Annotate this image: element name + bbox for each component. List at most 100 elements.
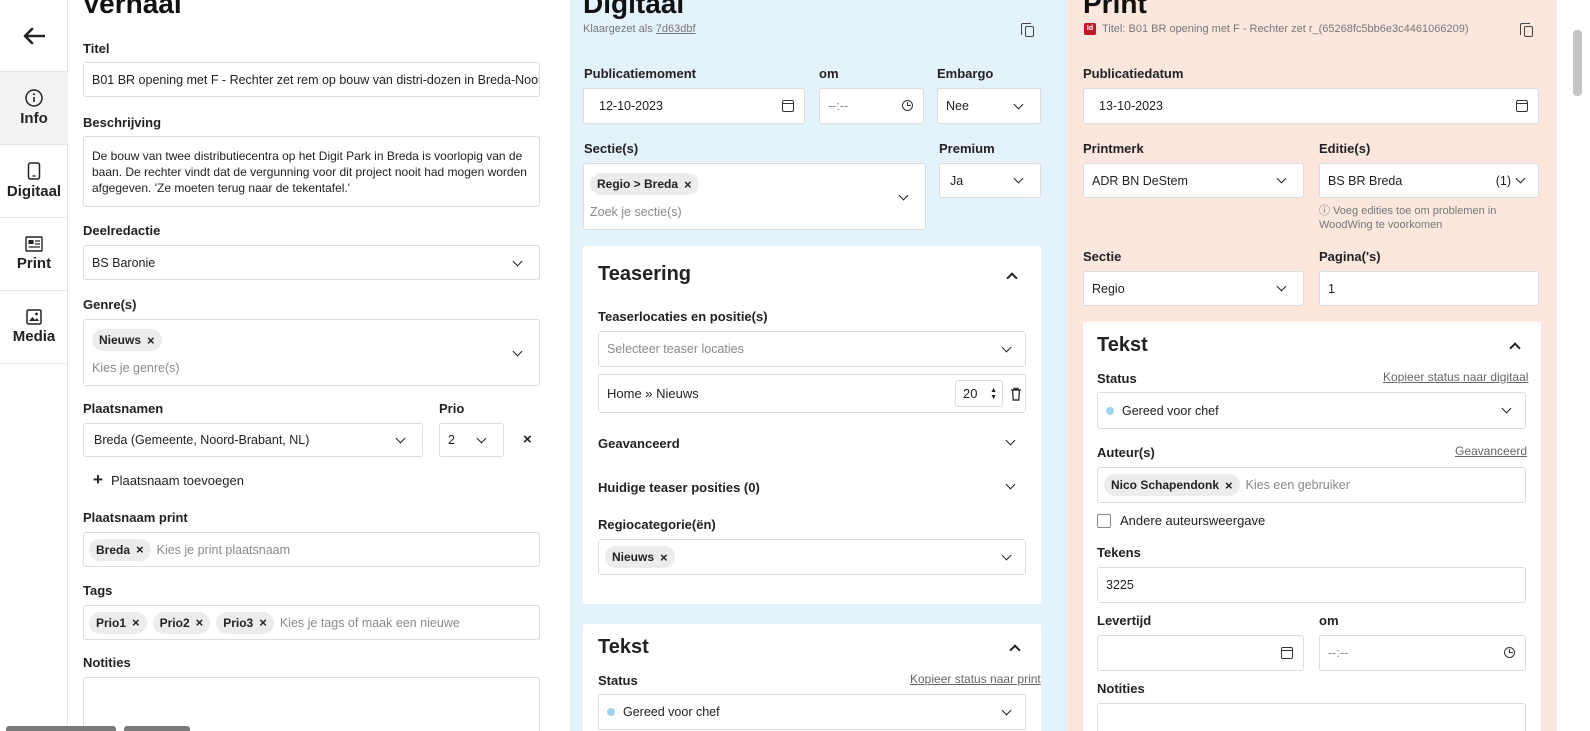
edities-select[interactable]: BS BR Breda (1) xyxy=(1319,163,1539,198)
remove-chip-icon[interactable]: × xyxy=(1225,478,1233,493)
geavanceerd-toggle[interactable]: Geavanceerd xyxy=(598,436,680,451)
auteur-chip[interactable]: Nico Schapendonk × xyxy=(1104,474,1240,496)
chevron-down-icon xyxy=(395,433,406,444)
teaserlocaties-select[interactable]: Selecteer teaser locaties xyxy=(598,331,1026,367)
scrollbar-thumb[interactable] xyxy=(1573,30,1582,96)
teaser-position-stepper[interactable]: 20 ▲ ▼ xyxy=(955,380,1003,407)
andere-auteursweergave-checkbox[interactable]: Andere auteursweergave xyxy=(1097,513,1265,528)
tag-chip[interactable]: Prio3 × xyxy=(216,611,274,634)
chevron-down-icon xyxy=(1515,173,1526,184)
copy-icon[interactable] xyxy=(1021,23,1034,37)
publicatiemoment-date-input[interactable]: 12-10-2023 xyxy=(583,88,805,124)
print-sectie-select[interactable]: Regio xyxy=(1083,271,1304,306)
klaargezet-link[interactable]: 7d63dbf xyxy=(656,23,696,35)
sectie-chip[interactable]: Regio > Breda × xyxy=(590,173,699,195)
calendar-icon[interactable] xyxy=(782,100,794,112)
tags-input[interactable]: Prio1 × Prio2 × Prio3 × Kies je tags of maa… xyxy=(83,605,540,640)
chevron-down-icon[interactable] xyxy=(1005,435,1016,446)
om-time-input[interactable]: --:-- xyxy=(819,88,924,124)
print-status-select[interactable]: Gereed voor chef xyxy=(1097,392,1526,429)
chevron-up-icon[interactable] xyxy=(1006,272,1018,284)
teaser-location-row: Home » Nieuws 20 ▲ ▼ xyxy=(598,374,1026,413)
trash-icon[interactable] xyxy=(1010,387,1022,401)
status-dot xyxy=(607,708,615,716)
sectie-label: Sectie xyxy=(1083,249,1122,264)
kopieer-status-link[interactable]: Kopieer status naar digitaal xyxy=(1383,370,1528,384)
chip-label: Prio2 xyxy=(159,615,190,630)
beschrijving-textarea[interactable]: De bouw van twee distributiecentra op he… xyxy=(83,136,540,207)
stepper-arrows-icon[interactable]: ▲ ▼ xyxy=(990,387,997,401)
plaatsnaam-print-input[interactable]: Breda × Kies je print plaatsnaam xyxy=(83,532,540,567)
print-sectie-value: Regio xyxy=(1092,281,1125,296)
taskbar-tab[interactable] xyxy=(124,726,190,731)
side-navigation: Info Digitaal Print Media xyxy=(0,0,68,731)
clock-icon[interactable] xyxy=(902,100,913,111)
deelredactie-select[interactable]: BS Baronie xyxy=(83,245,540,280)
remove-chip-icon[interactable]: × xyxy=(196,615,204,630)
secties-multiselect[interactable]: Regio > Breda × Zoek je sectie(s) xyxy=(583,163,926,230)
regiocategorie-multiselect[interactable]: Nieuws × xyxy=(598,539,1026,575)
plaatsnaam-print-chip[interactable]: Breda × xyxy=(89,538,151,561)
auteurs-input[interactable]: Nico Schapendonk × Kies een gebruiker xyxy=(1097,467,1526,503)
nav-item-info[interactable]: Info xyxy=(0,72,68,145)
scrollbar-track[interactable] xyxy=(1557,0,1590,731)
premium-select[interactable]: Ja xyxy=(939,163,1041,198)
newspaper-icon xyxy=(25,236,43,252)
kopieer-status-link[interactable]: Kopieer status naar print xyxy=(910,672,1041,686)
remove-chip-icon[interactable]: × xyxy=(147,333,155,348)
plaatsnaam-select[interactable]: Breda (Gemeente, Noord-Brabant, NL) xyxy=(83,423,423,457)
nav-item-media[interactable]: Media xyxy=(0,291,68,364)
genre-chip[interactable]: Nieuws × xyxy=(92,329,162,351)
paginas-input[interactable]: 1 xyxy=(1319,271,1539,306)
print-notities-textarea[interactable] xyxy=(1097,703,1526,731)
publicatiedatum-input[interactable]: 13-10-2023 xyxy=(1083,88,1539,124)
back-button[interactable] xyxy=(0,0,68,72)
regiocategorie-chip[interactable]: Nieuws × xyxy=(605,546,675,568)
indesign-icon: Id xyxy=(1084,23,1096,35)
remove-plaatsnaam-icon[interactable]: × xyxy=(523,431,532,448)
huidige-posities-toggle[interactable]: Huidige teaser posities (0) xyxy=(598,480,760,495)
levertijd-date-input[interactable] xyxy=(1097,635,1304,671)
remove-chip-icon[interactable]: × xyxy=(259,615,267,630)
chip-label: Prio1 xyxy=(96,615,127,630)
printmerk-select[interactable]: ADR BN DeStem xyxy=(1083,163,1304,198)
titel-input[interactable]: B01 BR opening met F - Rechter zet rem o… xyxy=(83,62,540,97)
teaser-location-label: Home » Nieuws xyxy=(607,386,699,401)
remove-chip-icon[interactable]: × xyxy=(660,550,668,565)
copy-icon[interactable] xyxy=(1520,23,1533,37)
genres-multiselect[interactable]: Nieuws × Kies je genre(s) xyxy=(83,319,540,386)
levertijd-time-input[interactable]: --:-- xyxy=(1319,635,1526,671)
digitaal-tekst-card: Tekst Status Kopieer status naar print G… xyxy=(583,624,1041,731)
panel-title: Verhaal xyxy=(82,0,182,19)
chevron-up-icon[interactable] xyxy=(1009,644,1021,656)
remove-chip-icon[interactable]: × xyxy=(132,615,140,630)
phone-icon xyxy=(27,162,41,180)
tag-chip[interactable]: Prio2 × xyxy=(152,611,211,634)
chevron-up-icon[interactable] xyxy=(1509,342,1521,354)
plaatsnamen-label: Plaatsnamen xyxy=(83,401,164,416)
tekens-input[interactable]: 3225 xyxy=(1097,567,1526,603)
add-plaatsnaam-button[interactable]: + Plaatsnaam toevoegen xyxy=(93,470,244,490)
nav-item-print[interactable]: Print xyxy=(0,218,68,291)
status-value: Gereed voor chef xyxy=(623,705,720,719)
status-select[interactable]: Gereed voor chef xyxy=(598,694,1026,730)
genres-label: Genre(s) xyxy=(83,297,137,312)
tag-chip[interactable]: Prio1 × xyxy=(89,611,147,634)
geavanceerd-link[interactable]: Geavanceerd xyxy=(1455,444,1527,458)
checkbox-box[interactable] xyxy=(1097,513,1111,528)
prio-select[interactable]: 2 xyxy=(439,423,504,457)
taskbar-tab[interactable] xyxy=(6,726,116,731)
remove-chip-icon[interactable]: × xyxy=(684,177,692,192)
remove-chip-icon[interactable]: × xyxy=(136,542,144,557)
calendar-icon[interactable] xyxy=(1281,647,1293,659)
nav-item-digitaal[interactable]: Digitaal xyxy=(0,145,68,218)
chevron-down-icon[interactable] xyxy=(1005,479,1016,490)
deelredactie-value: BS Baronie xyxy=(92,255,156,270)
embargo-select[interactable]: Nee xyxy=(937,88,1041,124)
notities-textarea[interactable] xyxy=(83,677,540,731)
chevron-down-icon xyxy=(512,256,523,267)
prio-value: 2 xyxy=(448,433,455,447)
clock-icon[interactable] xyxy=(1504,647,1515,658)
calendar-icon[interactable] xyxy=(1516,100,1528,112)
chip-label: Nico Schapendonk xyxy=(1111,478,1220,492)
